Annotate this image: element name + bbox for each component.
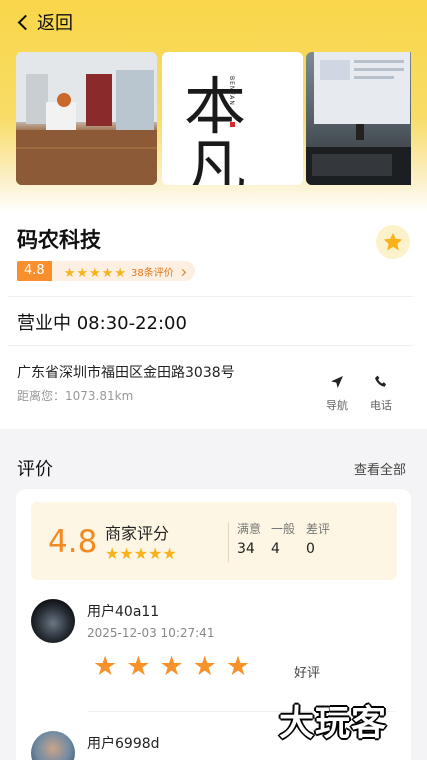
star-icon: ★: [76, 265, 88, 281]
hours-text: 营业中 08:30-22:00: [17, 313, 187, 334]
review-user: 用户6998d: [87, 736, 160, 752]
star-icon: ★: [114, 265, 126, 281]
watermark: 大玩客: [279, 704, 388, 744]
star-icon: ★: [133, 544, 149, 563]
review-stars: ★ ★ ★ ★ ★: [93, 651, 259, 682]
logo-side-text: BENFAN: [228, 76, 235, 106]
phone-button[interactable]: 电话: [366, 372, 396, 413]
photo-gallery[interactable]: 本凡 BENFAN: [16, 52, 411, 185]
summary-label: 商家评分: [105, 524, 170, 543]
star-icon: ★: [126, 651, 151, 682]
office-photo-art: [16, 52, 157, 185]
navigation-icon: [331, 376, 343, 388]
gallery-photo-desk[interactable]: [306, 52, 411, 185]
chevron-right-icon: [178, 268, 186, 276]
review-time: 2025-12-03 10:27:41: [87, 626, 215, 640]
divider: [228, 522, 229, 562]
shop-info-panel: 码农科技 4.8 ★★★★★ 38条评价 营业中 08:30-22:00 广东省…: [0, 212, 427, 429]
avatar: [31, 599, 75, 643]
shop-distance: 距离您：1073.81km: [17, 389, 134, 403]
stat-satisfied: 满意 34: [237, 522, 262, 557]
back-button[interactable]: 返回: [16, 10, 73, 34]
star-icon: ★: [89, 265, 101, 281]
reviews-title: 评价: [17, 459, 53, 480]
desk-photo-art: [306, 52, 411, 185]
summary-score: 4.8: [48, 524, 98, 560]
shop-name: 码农科技: [17, 228, 101, 252]
chevron-left-icon: [17, 14, 34, 30]
gallery-photo-logo[interactable]: 本凡 BENFAN: [162, 52, 303, 185]
stat-average: 一般 4: [271, 522, 296, 557]
logo-text: 本凡: [184, 70, 249, 186]
business-hours: 营业中 08:30-22:00: [8, 296, 413, 346]
star-icon: ★: [63, 265, 76, 281]
star-icon: [383, 232, 403, 251]
review-user: 用户40a11: [87, 604, 160, 620]
favorite-button[interactable]: [376, 225, 410, 259]
rating-summary: 4.8 商家评分 ★★★★★ 满意 34 一般 4 差评 0: [31, 502, 397, 580]
reviews-link[interactable]: ★★★★★ 38条评价: [51, 261, 195, 281]
star-icon: ★: [93, 651, 118, 682]
navigate-label: 导航: [326, 399, 348, 412]
star-icon: ★: [148, 544, 163, 563]
star-icon: ★: [159, 651, 184, 682]
stat-negative: 差评 0: [306, 522, 331, 557]
view-all-link[interactable]: 查看全部: [354, 459, 406, 478]
star-icon: ★: [225, 651, 251, 682]
phone-icon: [375, 375, 386, 387]
gallery-photo-office[interactable]: [16, 52, 157, 185]
phone-label: 电话: [370, 399, 392, 412]
star-icon: ★: [192, 651, 217, 682]
rating-row[interactable]: 4.8 ★★★★★ 38条评价: [17, 260, 195, 282]
back-label: 返回: [37, 13, 73, 34]
logo-red-square: [230, 122, 235, 127]
star-icon: ★: [101, 265, 114, 281]
rating-badge: 4.8: [17, 261, 52, 281]
star-icon: ★: [119, 544, 134, 563]
rating-stars: ★★★★★: [64, 262, 127, 281]
shop-address: 广东省深圳市福田区金田路3038号: [17, 365, 235, 381]
review-count: 38条评价: [131, 264, 186, 279]
navigate-button[interactable]: 导航: [322, 372, 352, 413]
star-icon: ★: [162, 544, 177, 563]
review-tag: 好评: [294, 666, 321, 681]
avatar: [31, 731, 75, 760]
summary-stars: ★★★★★: [105, 544, 177, 563]
star-icon: ★: [105, 544, 120, 563]
